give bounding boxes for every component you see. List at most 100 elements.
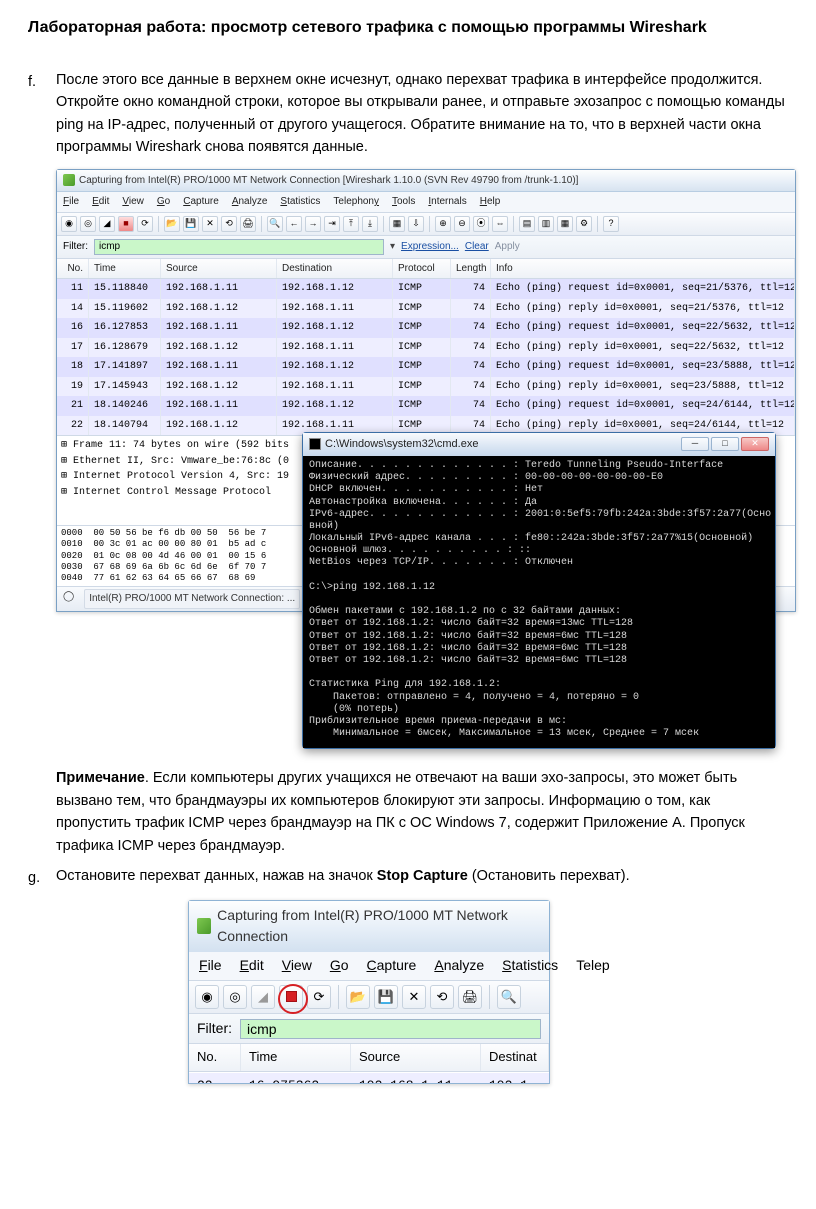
menu-analyze[interactable]: Analyze xyxy=(232,194,268,210)
col-source[interactable]: Source xyxy=(351,1044,481,1070)
filter-clear[interactable]: Clear xyxy=(465,239,489,255)
tb-prev-icon[interactable]: ← xyxy=(286,216,302,232)
tb-save-icon[interactable]: 💾 xyxy=(374,985,398,1009)
menu-view[interactable]: View xyxy=(282,955,312,977)
menu-edit[interactable]: Edit xyxy=(92,194,109,210)
menu-capture[interactable]: Capture xyxy=(183,194,219,210)
col-no[interactable]: No. xyxy=(189,1044,241,1070)
tb-restart-icon[interactable]: ⟳ xyxy=(137,216,153,232)
tb-first-icon[interactable]: ⤒ xyxy=(343,216,359,232)
menu-help[interactable]: Help xyxy=(480,194,501,210)
menu-go[interactable]: Go xyxy=(157,194,170,210)
ws2-titlebar: Capturing from Intel(R) PRO/1000 MT Netw… xyxy=(189,901,549,952)
menu-telephony[interactable]: Telep xyxy=(576,955,609,977)
tb-list-interfaces-icon[interactable]: ◉ xyxy=(61,216,77,232)
menu-telephony[interactable]: Telephony xyxy=(333,194,379,210)
packet-list[interactable]: 1115.118840192.168.1.11192.168.1.12ICMP7… xyxy=(57,279,795,435)
menu-capture[interactable]: Capture xyxy=(367,955,417,977)
ws2-toolbar: ◉ ◎ ◢ ⟳ 📂 💾 ✕ ⟲ 🖨 🔍 xyxy=(189,981,549,1014)
tb-restart-icon[interactable]: ⟳ xyxy=(307,985,331,1009)
list-body: Остановите перехват данных, нажав на зна… xyxy=(56,865,788,889)
menu-analyze[interactable]: Analyze xyxy=(434,955,484,977)
tb-find-icon[interactable]: 🔍 xyxy=(497,985,521,1009)
tb-options-icon[interactable]: ◎ xyxy=(80,216,96,232)
maximize-button[interactable]: □ xyxy=(711,437,739,451)
tb-last-icon[interactable]: ⤓ xyxy=(362,216,378,232)
minimize-button[interactable]: ─ xyxy=(681,437,709,451)
tb-goto-icon[interactable]: ⇥ xyxy=(324,216,340,232)
tb-print-icon[interactable]: 🖨 xyxy=(458,985,482,1009)
tb-close-icon[interactable]: ✕ xyxy=(402,985,426,1009)
tb-open-icon[interactable]: 📂 xyxy=(346,985,370,1009)
tb-options-icon[interactable]: ◎ xyxy=(223,985,247,1009)
col-no[interactable]: No. xyxy=(57,259,89,279)
tb-coloring-icon[interactable]: ▦ xyxy=(557,216,573,232)
tb-next-icon[interactable]: → xyxy=(305,216,321,232)
menu-go[interactable]: Go xyxy=(330,955,349,977)
close-button[interactable]: ✕ xyxy=(741,437,769,451)
ws2-filter-bar: Filter: xyxy=(189,1014,549,1045)
col-destination[interactable]: Destination xyxy=(277,259,393,279)
tb-close-icon[interactable]: ✕ xyxy=(202,216,218,232)
filter-input[interactable] xyxy=(94,239,384,255)
tb-find-icon[interactable]: 🔍 xyxy=(267,216,283,232)
tb-zoom100-icon[interactable]: ⦿ xyxy=(473,216,489,232)
packet-row[interactable]: 1917.145943192.168.1.12192.168.1.11ICMP7… xyxy=(57,377,795,397)
tb-resize-icon[interactable]: ⇔ xyxy=(492,216,508,232)
note-text: . Если компьютеры других учащихся не отв… xyxy=(56,770,745,853)
menu-statistics[interactable]: Statistics xyxy=(280,194,320,210)
tb-prefs-icon[interactable]: ⚙ xyxy=(576,216,592,232)
menu-internals[interactable]: Internals xyxy=(428,194,466,210)
tb-zoomout-icon[interactable]: ⊖ xyxy=(454,216,470,232)
tb-reload-icon[interactable]: ⟲ xyxy=(430,985,454,1009)
tb-capfilt-icon[interactable]: ▤ xyxy=(519,216,535,232)
col-info[interactable]: Info xyxy=(491,259,795,279)
tb-start-icon[interactable]: ◢ xyxy=(251,985,275,1009)
tb-open-icon[interactable]: 📂 xyxy=(164,216,180,232)
col-protocol[interactable]: Protocol xyxy=(393,259,451,279)
filter-expression[interactable]: Expression... xyxy=(401,239,459,255)
packet-row[interactable]: 2118.140246192.168.1.11192.168.1.12ICMP7… xyxy=(57,396,795,416)
list-letter: f. xyxy=(28,69,56,159)
tb-stop-icon[interactable]: ■ xyxy=(118,216,134,232)
menu-tools[interactable]: Tools xyxy=(392,194,415,210)
ws-menubar: File Edit View Go Capture Analyze Statis… xyxy=(57,192,795,213)
menu-statistics[interactable]: Statistics xyxy=(502,955,558,977)
tb-print-icon[interactable]: 🖨 xyxy=(240,216,256,232)
tb-zoomin-icon[interactable]: ⊕ xyxy=(435,216,451,232)
cmd-output[interactable]: Описание. . . . . . . . . . . . . : Tere… xyxy=(303,456,775,748)
list-item-g: g. Остановите перехват данных, нажав на … xyxy=(28,865,788,889)
packet-row[interactable]: 1716.128679192.168.1.12192.168.1.11ICMP7… xyxy=(57,338,795,358)
col-time[interactable]: Time xyxy=(241,1044,351,1070)
cmd-titlebar: C:\Windows\system32\cmd.exe ─ □ ✕ xyxy=(303,433,775,456)
menu-view[interactable]: View xyxy=(122,194,144,210)
packet-row[interactable]: 1817.141897192.168.1.11192.168.1.12ICMP7… xyxy=(57,357,795,377)
cmd-icon xyxy=(309,438,321,450)
tb-dispfilt-icon[interactable]: ▥ xyxy=(538,216,554,232)
col-source[interactable]: Source xyxy=(161,259,277,279)
packet-row[interactable]: 1415.119602192.168.1.12192.168.1.11ICMP7… xyxy=(57,299,795,319)
tb-start-icon[interactable]: ◢ xyxy=(99,216,115,232)
list-body: После этого все данные в верхнем окне ис… xyxy=(56,69,788,159)
tb-colorize-icon[interactable]: ▦ xyxy=(389,216,405,232)
packet-row[interactable]: 1115.118840192.168.1.11192.168.1.12ICMP7… xyxy=(57,279,795,299)
filter-apply[interactable]: Apply xyxy=(495,239,520,255)
tb-help-icon[interactable]: ? xyxy=(603,216,619,232)
note-label: Примечание xyxy=(56,770,145,786)
tb-stop-icon[interactable] xyxy=(279,985,303,1009)
tb-reload-icon[interactable]: ⟲ xyxy=(221,216,237,232)
menu-file[interactable]: File xyxy=(199,955,222,977)
filter-input[interactable] xyxy=(240,1019,541,1039)
ws2-packet-row[interactable]: 22 16.975362 192.168.1.11 192.1 xyxy=(189,1072,549,1083)
filter-dropdown-icon[interactable]: ▾ xyxy=(390,239,395,255)
menu-edit[interactable]: Edit xyxy=(240,955,264,977)
menu-file[interactable]: File xyxy=(63,194,79,210)
packet-row[interactable]: 1616.127853192.168.1.11192.168.1.12ICMP7… xyxy=(57,318,795,338)
tb-list-interfaces-icon[interactable]: ◉ xyxy=(195,985,219,1009)
col-destination[interactable]: Destinat xyxy=(481,1044,549,1070)
list-letter: g. xyxy=(28,865,56,889)
col-time[interactable]: Time xyxy=(89,259,161,279)
col-length[interactable]: Length xyxy=(451,259,491,279)
tb-save-icon[interactable]: 💾 xyxy=(183,216,199,232)
tb-autoscroll-icon[interactable]: ⇩ xyxy=(408,216,424,232)
